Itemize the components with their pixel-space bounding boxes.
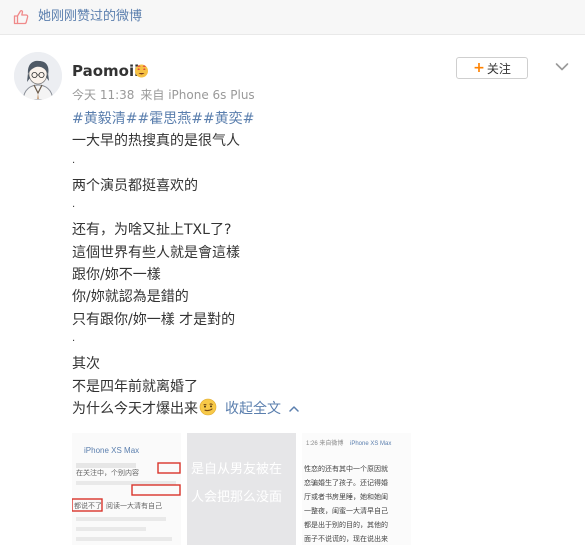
post-text-line: 只有跟你/妳一樣 才是對的	[72, 311, 236, 328]
thumbnail-content: iPhone XS Max 在关注中，个别内容 都说不了 阅读一大清有自己	[72, 433, 181, 545]
author-name[interactable]: Paomoii	[72, 62, 139, 80]
hashtag-link[interactable]: #黄奕#	[203, 111, 254, 127]
follow-label: 关注	[486, 61, 511, 76]
post-text-line: 还有，为啥又扯上TXL了?	[72, 222, 232, 239]
post-text-line: 跟你/妳不一樣	[72, 267, 161, 284]
thumbnail-content: 是自从男友被在 人会把那么没面	[187, 433, 296, 545]
hashtag-link[interactable]: #霍思燕#	[137, 111, 202, 127]
thumbnail-image[interactable]: 1:26 来自微博 iPhone XS Max 性恋的还有其中一个原因就 恋骗婚…	[302, 433, 411, 545]
thumbnail-content: 1:26 来自微博 iPhone XS Max 性恋的还有其中一个原因就 恋骗婚…	[302, 433, 411, 545]
avatar[interactable]	[14, 52, 62, 100]
thumbnail-image[interactable]: 是自从男友被在 人会把那么没面	[187, 433, 296, 545]
thumbnail-row: 都说不了	[74, 501, 102, 510]
post-source: 来自 iPhone 6s Plus	[140, 88, 255, 102]
follow-button[interactable]: + 关注	[456, 57, 528, 79]
thumbnail-image[interactable]: iPhone XS Max 在关注中，个别内容 都说不了 阅读一大清有自己	[72, 433, 181, 545]
thumbs-up-icon	[13, 10, 29, 25]
chevron-up-icon[interactable]	[289, 405, 299, 412]
liked-header: 她刚刚赞过的微博	[0, 0, 585, 35]
thumbnail-row: 厅或者书房里睡，她和她闺	[304, 492, 388, 501]
post-text-line: 不是四年前就离婚了	[72, 378, 198, 395]
thumbnail-row: 阅读一大清有自己	[106, 501, 162, 510]
thumbnail-row: 一整夜，闺蜜一大清早自己	[304, 506, 388, 515]
post-text-dot: ·	[72, 202, 76, 214]
hashtag-line: #黄毅清##霍思燕##黄奕#	[72, 108, 542, 130]
thumbnail-row: 都是出于别的目的，其他的	[304, 520, 388, 529]
smirk-emoji-icon	[199, 398, 217, 416]
thumbnail-row: 人会把那么没面	[191, 490, 282, 505]
thumbnail-header: 1:26 来自微博	[306, 439, 343, 447]
emoji-badge-icon	[135, 64, 148, 78]
thumbnail-row: 恋骗婚生了孩子。还记得婚	[304, 478, 388, 487]
liked-header-text[interactable]: 她刚刚赞过的微博	[38, 9, 142, 25]
post-meta: 今天 11:38 来自 iPhone 6s Plus	[72, 88, 255, 102]
post-text-line: 两个演员都挺喜欢的	[72, 177, 198, 194]
post-body: #黄毅清##霍思燕##黄奕# 一大早的热搜真的是很气人 · 两个演员都挺喜欢的 …	[72, 108, 542, 420]
hashtag-link[interactable]: #黄毅清#	[72, 111, 137, 127]
post-text-line: 其次	[72, 356, 100, 373]
thumbnail-header: iPhone XS Max	[84, 446, 139, 455]
post-last-line: 为什么今天才爆出来 收起全文	[72, 398, 542, 420]
post-text-dot: ·	[72, 157, 76, 169]
post-text-line: 一大早的热搜真的是很气人	[72, 133, 240, 150]
chevron-down-icon[interactable]	[555, 62, 569, 72]
thumbnail-row: 在关注中，个别内容	[76, 468, 139, 477]
thumbnail-source: iPhone XS Max	[350, 441, 391, 447]
thumbnail-row: 性恋的还有其中一个原因就	[304, 464, 388, 473]
post-text-dot: ·	[72, 335, 76, 347]
avatar-image	[14, 52, 62, 100]
post-text-line: 为什么今天才爆出来	[72, 400, 198, 417]
follow-plus-icon: +	[473, 60, 485, 76]
thumbnail-row: 面子不说谎的，现在说出来	[304, 534, 388, 543]
post-text-line: 這個世界有些人就是會這樣	[72, 244, 240, 261]
post-time[interactable]: 今天 11:38	[72, 88, 134, 102]
image-thumbnails: iPhone XS Max 在关注中，个别内容 都说不了 阅读一大清有自己 是自…	[72, 433, 412, 545]
collapse-button[interactable]: 收起全文	[225, 401, 281, 417]
post-text-line: 你/妳就認為是錯的	[72, 289, 189, 306]
thumbnail-row: 是自从男友被在	[191, 461, 282, 477]
